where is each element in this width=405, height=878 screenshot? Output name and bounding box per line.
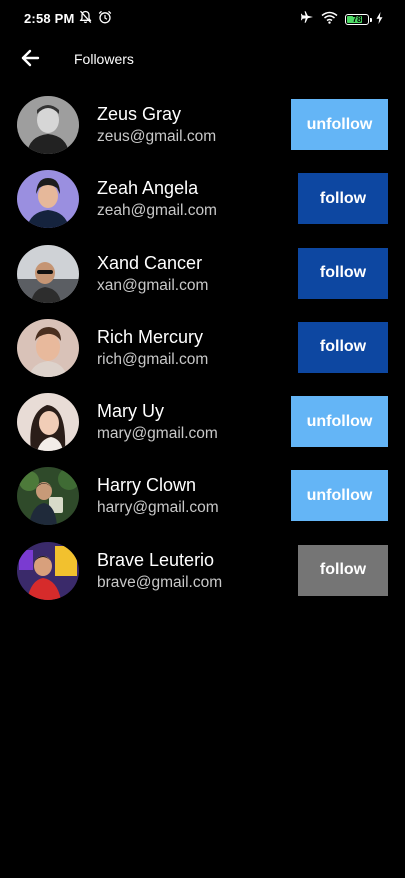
unfollow-button[interactable]: unfollow xyxy=(291,99,388,150)
follower-email: zeah@gmail.com xyxy=(97,202,217,220)
follow-button[interactable]: follow xyxy=(298,247,388,299)
follower-row: Harry Clown harry@gmail.com unfollow xyxy=(0,465,405,539)
unfollow-button[interactable]: unfollow xyxy=(291,396,388,448)
page-title: Followers xyxy=(74,51,134,67)
follower-list: Zeus Gray zeus@gmail.com unfollow Zeah A… xyxy=(0,94,405,614)
follower-email: mary@gmail.com xyxy=(97,425,218,443)
battery-cap xyxy=(370,18,372,22)
follower-name: Mary Uy xyxy=(97,401,164,422)
avatar[interactable] xyxy=(17,393,79,452)
follower-row: Rich Mercury rich@gmail.com follow xyxy=(0,317,405,391)
alarm-icon xyxy=(98,10,112,29)
back-button[interactable] xyxy=(16,46,44,74)
follower-row: Mary Uy mary@gmail.com unfollow xyxy=(0,391,405,465)
avatar[interactable] xyxy=(17,244,79,303)
follower-email: brave@gmail.com xyxy=(97,573,223,591)
bell-off-icon xyxy=(79,10,92,29)
follower-name: Harry Clown xyxy=(97,475,197,496)
follow-button[interactable]: follow xyxy=(298,321,388,373)
status-time: 2:58 PM xyxy=(24,11,75,26)
follow-button[interactable]: follow xyxy=(298,544,388,596)
follower-row: Zeah Angela zeah@gmail.com follow xyxy=(0,168,405,242)
unfollow-button[interactable]: unfollow xyxy=(291,470,388,522)
avatar[interactable] xyxy=(17,170,79,229)
follower-name: Zeus Gray xyxy=(97,104,182,124)
status-left-icons xyxy=(79,10,112,29)
avatar[interactable] xyxy=(17,467,79,526)
follower-email: zeus@gmail.com xyxy=(97,128,217,145)
follower-name: Xand Cancer xyxy=(97,252,203,273)
wifi-icon xyxy=(321,11,338,29)
follower-email: harry@gmail.com xyxy=(97,499,219,517)
avatar[interactable] xyxy=(17,318,79,377)
arrow-left-icon xyxy=(20,49,40,72)
airplane-icon xyxy=(300,10,314,29)
app-bar: Followers xyxy=(0,38,405,82)
follower-row: Zeus Gray zeus@gmail.com unfollow xyxy=(0,94,405,168)
avatar[interactable] xyxy=(17,541,79,600)
status-right-icons: 78 xyxy=(300,10,383,29)
battery-icon: 78 xyxy=(345,14,372,25)
follow-button[interactable]: follow xyxy=(298,173,388,225)
charging-icon xyxy=(376,11,383,29)
follower-row: Xand Cancer xan@gmail.com follow xyxy=(0,243,405,317)
follower-name: Brave Leuterio xyxy=(97,549,215,570)
follower-email: rich@gmail.com xyxy=(97,350,209,368)
avatar[interactable] xyxy=(17,96,79,154)
follower-name: Rich Mercury xyxy=(97,326,204,347)
status-bar: 2:58 PM 78 xyxy=(0,0,405,36)
follower-name: Zeah Angela xyxy=(97,178,199,199)
follower-row: Brave Leuterio brave@gmail.com follow xyxy=(0,540,405,614)
battery-level: 78 xyxy=(352,15,362,24)
follower-email: xan@gmail.com xyxy=(97,276,209,294)
